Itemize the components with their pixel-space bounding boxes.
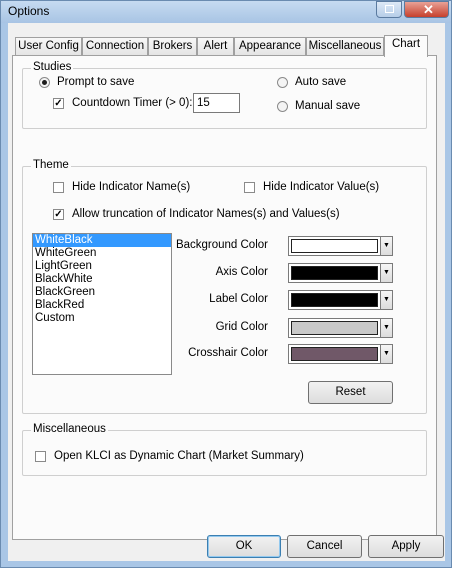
ok-button[interactable]: OK bbox=[207, 535, 281, 558]
prompt-to-save-label: Prompt to save bbox=[57, 76, 135, 88]
chevron-down-icon[interactable]: ▼ bbox=[381, 290, 393, 310]
background-color-swatch bbox=[291, 239, 378, 253]
grid-color-swatch bbox=[291, 321, 378, 335]
tab-alert[interactable]: Alert bbox=[197, 37, 234, 56]
restore-button[interactable] bbox=[376, 1, 402, 18]
axis-color-picker[interactable]: ▼ bbox=[288, 263, 393, 283]
axis-color-label: Axis Color bbox=[215, 266, 268, 278]
restore-icon bbox=[385, 5, 394, 13]
auto-save-label: Auto save bbox=[295, 76, 347, 88]
chevron-down-icon[interactable]: ▼ bbox=[381, 236, 393, 256]
allow-truncation-checkbox[interactable]: ✓ bbox=[53, 209, 64, 220]
countdown-timer-label: Countdown Timer (> 0): bbox=[72, 97, 193, 109]
crosshair-color-swatch bbox=[291, 347, 378, 361]
hide-indicator-names-checkbox[interactable] bbox=[53, 182, 64, 193]
reset-button[interactable]: Reset bbox=[308, 381, 393, 404]
label-color-label: Label Color bbox=[209, 293, 268, 305]
background-color-label: Background Color bbox=[175, 239, 268, 251]
chevron-down-icon[interactable]: ▼ bbox=[381, 318, 393, 338]
options-window: Options ✕ User Config Connection Brokers… bbox=[0, 0, 452, 568]
tab-user-config[interactable]: User Config bbox=[15, 37, 82, 56]
close-icon: ✕ bbox=[423, 2, 434, 17]
background-color-picker[interactable]: ▼ bbox=[288, 236, 393, 256]
prompt-to-save-radio[interactable] bbox=[39, 77, 50, 88]
tab-appearance[interactable]: Appearance bbox=[234, 37, 306, 56]
close-button[interactable]: ✕ bbox=[404, 1, 449, 18]
tab-chart[interactable]: Chart bbox=[384, 35, 428, 57]
allow-truncation-label: Allow truncation of Indicator Names(s) a… bbox=[72, 208, 340, 220]
misc-group-title: Miscellaneous bbox=[31, 423, 108, 435]
manual-save-radio[interactable] bbox=[277, 101, 288, 112]
manual-save-label: Manual save bbox=[295, 100, 361, 112]
chart-tab-panel: Studies Prompt to save ✓ Countdown Timer… bbox=[12, 55, 437, 540]
misc-group: Miscellaneous Open KLCI as Dynamic Chart… bbox=[22, 423, 427, 476]
tab-miscellaneous[interactable]: Miscellaneous bbox=[306, 37, 384, 56]
grid-color-picker[interactable]: ▼ bbox=[288, 318, 393, 338]
label-color-swatch bbox=[291, 293, 378, 307]
dialog-client: User Config Connection Brokers Alert App… bbox=[8, 23, 445, 561]
theme-group-title: Theme bbox=[31, 159, 71, 171]
tab-connection[interactable]: Connection bbox=[82, 37, 148, 56]
countdown-timer-input[interactable] bbox=[193, 93, 240, 113]
label-color-picker[interactable]: ▼ bbox=[288, 290, 393, 310]
countdown-timer-checkbox[interactable]: ✓ bbox=[53, 98, 64, 109]
auto-save-radio[interactable] bbox=[277, 77, 288, 88]
chevron-down-icon[interactable]: ▼ bbox=[381, 344, 393, 364]
open-klci-checkbox[interactable] bbox=[35, 451, 46, 462]
apply-button[interactable]: Apply bbox=[368, 535, 444, 558]
hide-indicator-values-label: Hide Indicator Value(s) bbox=[263, 181, 380, 193]
open-klci-label: Open KLCI as Dynamic Chart (Market Summa… bbox=[54, 450, 304, 462]
hide-indicator-values-checkbox[interactable] bbox=[244, 182, 255, 193]
tab-brokers[interactable]: Brokers bbox=[148, 37, 197, 56]
window-title: Options bbox=[8, 4, 50, 18]
theme-group: Theme Hide Indicator Name(s) Hide Indica… bbox=[22, 159, 427, 414]
grid-color-label: Grid Color bbox=[215, 321, 268, 333]
axis-color-swatch bbox=[291, 266, 378, 280]
chevron-down-icon[interactable]: ▼ bbox=[381, 263, 393, 283]
crosshair-color-picker[interactable]: ▼ bbox=[288, 344, 393, 364]
crosshair-color-label: Crosshair Color bbox=[188, 347, 268, 359]
studies-group: Studies Prompt to save ✓ Countdown Timer… bbox=[22, 61, 427, 129]
studies-group-title: Studies bbox=[31, 61, 74, 73]
title-bar[interactable]: Options ✕ bbox=[1, 1, 451, 23]
hide-indicator-names-label: Hide Indicator Name(s) bbox=[72, 181, 191, 193]
cancel-button[interactable]: Cancel bbox=[287, 535, 362, 558]
